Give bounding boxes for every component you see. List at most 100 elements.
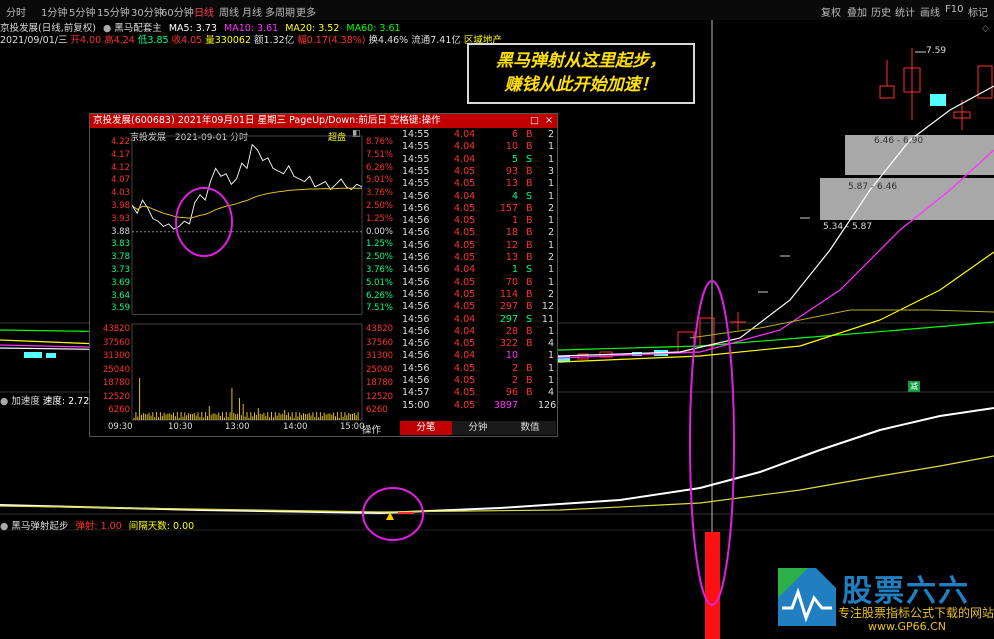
time-tick: 15:00 [340,422,365,432]
popup-op-button[interactable]: 操作 [362,422,381,436]
trade-p: 4.05 [454,252,476,263]
price-tick: 4.22 [111,137,130,147]
trade-row: 14:56 4.05 2 B 1 [400,363,556,375]
trade-row: 14:56 4.05 12 B 1 [400,240,556,252]
trade-s: B [526,362,533,374]
trade-v: 96 [505,387,518,399]
collapse-icon[interactable]: ● [0,396,8,407]
trade-v: 93 [505,165,518,177]
price-tick: 3.78 [111,252,130,263]
trade-t: 14:57 [402,387,430,399]
trade-v: 5 [511,153,518,165]
trade-v: 13 [505,252,518,263]
trade-v: 157 [499,202,518,214]
time-tick: 09:30 [108,422,133,432]
watermark-slogan: 专注股票指标公式下载的网站 [838,606,994,620]
trade-t: 14:56 [402,325,430,337]
trade-v: 10 [505,141,518,153]
popup-tab[interactable]: 数值 [504,421,556,435]
trade-s: B [526,375,533,386]
volume-tick: 6260 [108,405,130,415]
trade-n: 2 [547,227,554,239]
intraday-chart[interactable] [90,114,400,436]
maximize-icon[interactable]: □ [530,114,539,128]
volume-tick: 6260 [366,405,388,415]
pct-tick: 1.25% [366,213,394,224]
trade-t: 14:56 [402,338,430,350]
trade-t: 14:56 [402,350,430,362]
trade-t: 14:56 [402,313,430,325]
trade-row: 14:56 4.04 10 1 [400,350,556,362]
pct-tick: 2.50% [366,201,394,211]
trade-t: 14:55 [402,129,430,140]
trade-n: 2 [547,252,554,263]
trade-t: 14:56 [402,276,430,288]
trade-row: 14:56 4.05 114 B 2 [400,289,556,301]
popup-tab[interactable]: 分钟 [452,421,504,435]
trade-t: 14:56 [402,227,430,239]
collapse-icon[interactable]: ● [0,521,8,532]
trade-p: 4.04 [454,350,476,362]
trade-row: 14:56 4.05 157 B 2 [400,203,556,215]
price-tick: 3.64 [111,290,130,301]
trade-s: S [526,264,533,276]
peak-label: 7.59 [926,46,947,56]
trade-p: 4.05 [454,276,476,288]
trade-row: 14:55 4.04 5 S 1 [400,154,556,166]
bottom-ind-days: 间隔天数: 0.00 [128,521,195,532]
trade-n: 1 [547,215,554,227]
volume-tick: 12520 [102,391,130,402]
trade-n: 126 [538,399,557,411]
scroll-arrow-icon[interactable]: ◇ [982,24,989,34]
pct-tick: 7.51% [366,149,394,160]
pct-tick: 6.26% [366,162,394,173]
trade-n: 3 [547,165,554,177]
trade-t: 14:56 [402,239,430,251]
intraday-avg-line [131,187,362,219]
intraday-price-line [131,143,363,230]
trade-v: 28 [505,325,518,337]
trade-row: 14:56 4.05 322 B 4 [400,338,556,350]
trade-row: 14:56 4.05 2 B 1 [400,375,556,387]
trade-n: 1 [547,375,554,386]
volume-tick: 37560 [366,337,394,348]
trade-t: 14:56 [402,301,430,313]
trade-n: 1 [547,264,554,276]
trade-n: 1 [547,362,554,374]
trade-v: 13 [505,178,518,190]
trade-s: B [526,387,533,399]
trade-row: 14:55 4.05 93 B 3 [400,166,556,178]
close-icon[interactable]: × [545,114,553,128]
candles-right [879,48,993,130]
trade-p: 4.05 [454,338,476,350]
accel-speed: 速度: 2.72 [42,396,90,407]
trade-t: 14:56 [402,252,430,263]
gp66-logo [778,568,836,626]
pct-tick: 7.51% [366,303,394,314]
trade-t: 15:00 [402,399,430,411]
price-tick: 3.93 [111,213,130,224]
trade-v: 1 [511,264,518,276]
trade-row: 14:55 4.05 13 B 1 [400,178,556,190]
trade-row: 14:56 4.05 70 B 1 [400,277,556,289]
trade-s: B [526,239,533,251]
time-tick: 13:00 [225,422,250,432]
bottom-ind-title: 黑马弹射起步 [11,521,69,532]
trade-p: 4.05 [454,227,476,239]
popup-tab[interactable]: 分笔 [400,421,452,435]
trade-v: 70 [505,276,518,288]
trade-p: 4.04 [454,313,476,325]
trade-v: 6 [511,129,518,140]
trade-row: 14:56 4.04 1 S 1 [400,264,556,276]
trade-p: 4.05 [454,239,476,251]
trade-s: B [526,227,533,239]
accel-yellow-line [0,455,994,513]
trade-s: B [526,338,533,350]
price-tick: 3.83 [111,239,130,250]
volume-tick: 43820 [366,324,394,334]
trade-p: 4.05 [454,362,476,374]
pct-tick: 2.50% [366,252,394,263]
intraday-popup[interactable]: 京投发展(600683) 2021年09月01日 星期三 PageUp/Down… [89,113,558,437]
volume-tick: 25040 [366,364,394,375]
trade-s: B [526,325,533,337]
